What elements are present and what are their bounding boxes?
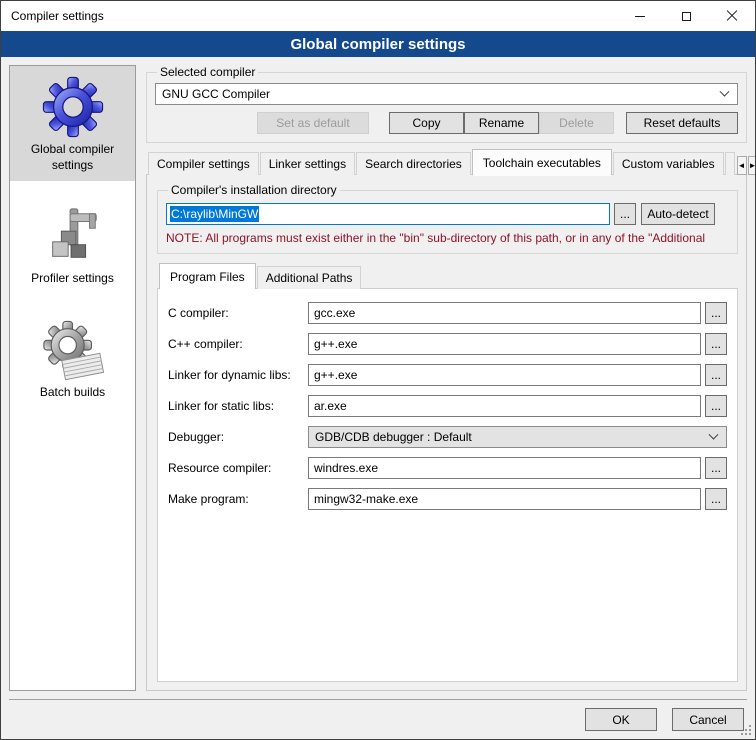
sidebar-item-label: Batch builds: [12, 385, 133, 401]
dynamic-linker-browse-button[interactable]: ...: [705, 364, 727, 386]
set-as-default-button[interactable]: Set as default: [257, 112, 369, 134]
selected-compiler-group: Selected compiler GNU GCC Compiler Set a…: [146, 65, 747, 143]
close-button[interactable]: [709, 1, 755, 31]
tab-search-directories[interactable]: Search directories: [356, 152, 471, 175]
field-row-dynamic-linker: Linker for dynamic libs: ...: [168, 364, 727, 386]
selected-compiler-group-label: Selected compiler: [157, 65, 258, 79]
window-title: Compiler settings: [1, 9, 617, 23]
page-title: Global compiler settings: [1, 31, 755, 57]
delete-button[interactable]: Delete: [539, 112, 614, 134]
tab-linker-settings[interactable]: Linker settings: [260, 152, 355, 175]
field-label: Linker for static libs:: [168, 399, 308, 413]
sidebar-item-batch-builds[interactable]: Batch builds: [10, 309, 135, 409]
sidebar-item-label: Global compiler settings: [12, 142, 133, 173]
static-linker-input[interactable]: [308, 395, 701, 417]
tab-toolchain-executables[interactable]: Toolchain executables: [472, 149, 612, 175]
maximize-button[interactable]: [663, 1, 709, 31]
compiler-select[interactable]: GNU GCC Compiler: [155, 83, 738, 105]
resize-grip[interactable]: [741, 725, 751, 735]
gray-gear-paper-stack-icon: [42, 319, 104, 381]
tab-custom-variables[interactable]: Custom variables: [613, 152, 724, 175]
field-row-c-compiler: C compiler: ...: [168, 302, 727, 324]
debugger-select[interactable]: GDB/CDB debugger : Default: [308, 426, 727, 448]
main-panel: Selected compiler GNU GCC Compiler Set a…: [146, 65, 747, 691]
titlebar: Compiler settings: [1, 1, 755, 31]
field-row-cpp-compiler: C++ compiler: ...: [168, 333, 727, 355]
settings-category-list: Global compiler settings Profiler settin…: [9, 65, 136, 691]
maximize-icon: [682, 12, 691, 21]
tab-scroll-left-button[interactable]: ◄: [737, 156, 747, 175]
make-program-input[interactable]: [308, 488, 701, 510]
field-row-resource-compiler: Resource compiler: ...: [168, 457, 727, 479]
installation-directory-input[interactable]: C:\raylib\MinGW: [166, 203, 610, 225]
compiler-settings-dialog: Compiler settings Global compiler settin…: [0, 0, 756, 740]
field-label: Make program:: [168, 492, 308, 506]
copy-button[interactable]: Copy: [389, 112, 464, 134]
installation-directory-browse-button[interactable]: ...: [614, 203, 636, 225]
field-row-make-program: Make program: ...: [168, 488, 727, 510]
compiler-tabs: Compiler settings Linker settings Search…: [146, 151, 747, 175]
installation-directory-group: Compiler's installation directory C:\ray…: [157, 183, 738, 254]
chevron-down-icon: [709, 429, 719, 439]
c-compiler-input[interactable]: [308, 302, 701, 324]
arrow-left-icon: ◄: [738, 162, 746, 170]
tab-program-files[interactable]: Program Files: [159, 263, 256, 289]
program-tabs: Program Files Additional Paths: [157, 265, 738, 289]
tab-additional-paths[interactable]: Additional Paths: [257, 266, 362, 289]
field-label: Resource compiler:: [168, 461, 308, 475]
static-linker-browse-button[interactable]: ...: [705, 395, 727, 417]
sidebar-item-label: Profiler settings: [12, 271, 133, 287]
toolchain-executables-page: Compiler's installation directory C:\ray…: [146, 174, 747, 691]
field-label: C compiler:: [168, 306, 308, 320]
dialog-footer: OK Cancel: [9, 699, 747, 739]
installation-directory-label: Compiler's installation directory: [168, 183, 340, 197]
dialog-body: Global compiler settings Profiler settin…: [1, 57, 755, 699]
field-label: C++ compiler:: [168, 337, 308, 351]
rename-button[interactable]: Rename: [464, 112, 539, 134]
c-compiler-browse-button[interactable]: ...: [705, 302, 727, 324]
reset-defaults-button[interactable]: Reset defaults: [626, 112, 738, 134]
cancel-button[interactable]: Cancel: [672, 708, 744, 731]
field-row-static-linker: Linker for static libs: ...: [168, 395, 727, 417]
tab-build-options-clipped[interactable]: Build: [725, 152, 735, 175]
resource-compiler-input[interactable]: [308, 457, 701, 479]
compiler-actions-row: Set as default Copy Rename Delete Reset …: [155, 112, 738, 134]
installation-directory-selected-text: C:\raylib\MinGW: [170, 206, 259, 222]
field-label: Linker for dynamic libs:: [168, 368, 308, 382]
program-files-page: C compiler: ... C++ compiler: ... Linker…: [157, 288, 738, 682]
blue-gear-icon: [42, 76, 104, 138]
tab-compiler-settings[interactable]: Compiler settings: [148, 152, 259, 175]
installation-directory-row: C:\raylib\MinGW ... Auto-detect: [166, 203, 729, 225]
field-label: Debugger:: [168, 430, 308, 444]
minimize-button[interactable]: [617, 1, 663, 31]
caliper-blocks-icon: [42, 205, 104, 267]
cpp-compiler-browse-button[interactable]: ...: [705, 333, 727, 355]
sidebar-item-profiler-settings[interactable]: Profiler settings: [10, 195, 135, 295]
resource-compiler-browse-button[interactable]: ...: [705, 457, 727, 479]
cpp-compiler-input[interactable]: [308, 333, 701, 355]
chevron-down-icon: [720, 86, 730, 96]
debugger-select-value: GDB/CDB debugger : Default: [315, 430, 472, 444]
sidebar-item-global-compiler-settings[interactable]: Global compiler settings: [10, 66, 135, 181]
make-program-browse-button[interactable]: ...: [705, 488, 727, 510]
dynamic-linker-input[interactable]: [308, 364, 701, 386]
tab-scroll-right-button[interactable]: ►: [748, 156, 756, 175]
arrow-right-icon: ►: [749, 162, 756, 170]
field-row-debugger: Debugger: GDB/CDB debugger : Default: [168, 426, 727, 448]
ok-button[interactable]: OK: [585, 708, 657, 731]
auto-detect-button[interactable]: Auto-detect: [641, 203, 715, 225]
close-icon: [726, 10, 738, 22]
bin-subdirectory-note: NOTE: All programs must exist either in …: [166, 231, 729, 245]
compiler-select-value: GNU GCC Compiler: [162, 87, 270, 101]
minimize-icon: [635, 16, 645, 17]
